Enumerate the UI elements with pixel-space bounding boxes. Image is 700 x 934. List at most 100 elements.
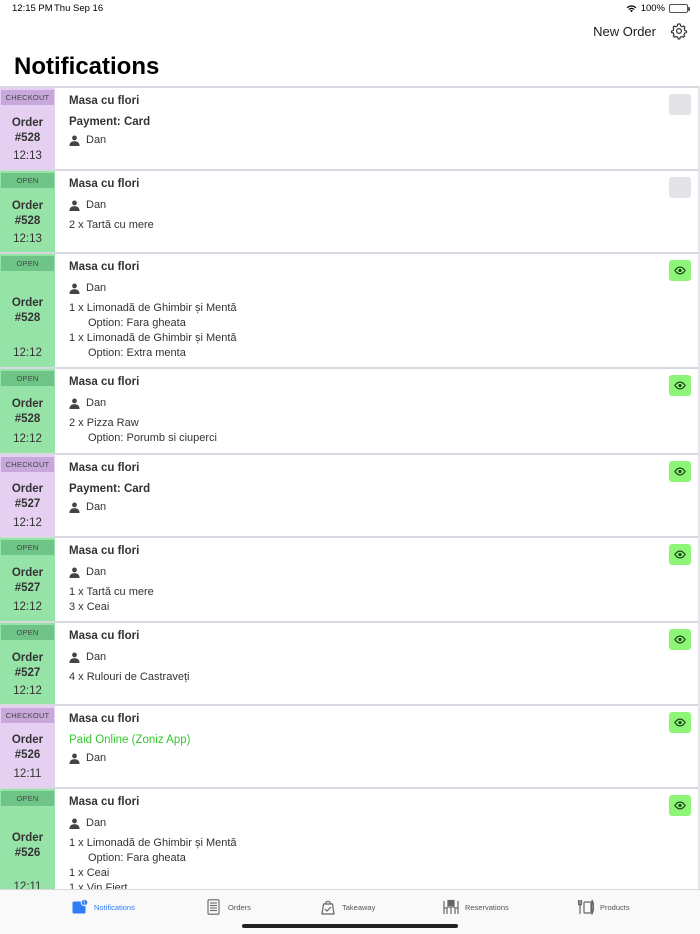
order-side-panel: CHECKOUT Order #526 12:11 [0,706,55,787]
status-tag: CHECKOUT [1,90,54,105]
order-time: 12:12 [13,601,42,613]
card-content: Masa cu flori Dan 2 x Pizza Raw Option: … [55,369,698,453]
order-time: 12:13 [13,150,42,162]
tab-orders[interactable]: Orders [206,899,251,915]
notification-card[interactable]: CHECKOUT Order #526 12:11 Masa cu flori P… [0,704,698,787]
eye-icon [674,381,686,390]
view-order-button[interactable] [669,712,691,733]
svg-text:1: 1 [83,900,86,906]
home-indicator [242,924,458,928]
status-tag: OPEN [1,371,54,386]
order-side-panel: CHECKOUT Order #527 12:12 [0,455,55,536]
notification-card[interactable]: OPEN Order #528 12:12 Masa cu flori Dan 2… [0,367,698,453]
notification-card[interactable]: CHECKOUT Order #527 12:12 Masa cu flori P… [0,453,698,536]
order-number: Order #527 [11,652,44,679]
view-order-button[interactable] [669,375,691,396]
order-item: 1 x Tartă cu mere [69,586,154,598]
user-name: Dan [86,752,107,764]
order-side-panel: CHECKOUT Order #528 12:13 [0,88,55,169]
view-order-button[interactable] [669,544,691,565]
tab-reservations[interactable]: Reservations [443,899,509,915]
order-item: 1 x Ceai [69,867,110,879]
order-time: 12:11 [13,881,42,889]
eye-icon [674,801,686,810]
mark-seen-button[interactable] [669,177,691,198]
payment-status: Paid Online (Zoniz App) [69,734,191,746]
person-icon [69,652,80,663]
status-tag: OPEN [1,625,54,640]
eye-icon [674,718,686,727]
order-item: 1 x Vin Fiert [69,882,128,889]
person-icon [69,567,80,578]
settings-gear-icon[interactable] [670,22,688,40]
table-name: Masa cu flori [69,796,140,808]
order-time: 12:12 [13,347,42,359]
battery-icon [669,4,690,13]
status-tag: OPEN [1,791,54,806]
reservations-table-icon [443,899,459,914]
order-item: 3 x Ceai [69,601,110,613]
notification-card[interactable]: OPEN Order #528 12:12 Masa cu flori Dan 1… [0,252,698,367]
table-name: Masa cu flori [69,713,140,725]
tab-notifications[interactable]: 1 Notifications [72,899,135,915]
order-time: 12:12 [13,517,42,529]
status-right: 100% [626,3,690,14]
user-name: Dan [86,282,107,294]
card-content: Masa cu flori Paid Online (Zoniz App) Da… [55,706,698,787]
person-icon [69,200,80,211]
order-item: 1 x Limonadă de Ghimbir și Mentă [69,837,237,849]
person-icon [69,398,80,409]
eye-icon [674,635,686,644]
order-item: 2 x Pizza Raw [69,417,139,429]
payment-status: Payment: Card [69,116,151,128]
tab-takeaway[interactable]: Takeaway [320,899,375,915]
eye-icon [674,266,686,275]
person-icon [69,818,80,829]
notification-card[interactable]: OPEN Order #527 12:12 Masa cu flori Dan 1… [0,536,698,621]
notification-card[interactable]: OPEN Order #526 12:11 Masa cu flori Dan 1… [0,787,698,889]
new-order-button[interactable]: New Order [593,24,656,39]
user-name: Dan [86,199,107,211]
user-row: Dan [69,752,698,764]
card-content: Masa cu flori Payment: Card Dan [55,88,698,169]
order-number: Order #528 [11,297,44,324]
card-content: Masa cu flori Dan 4 x Rulouri de Castrav… [55,623,698,704]
order-side-panel: OPEN Order #527 12:12 [0,623,55,704]
person-icon [69,283,80,294]
person-icon [69,753,80,764]
order-time: 12:13 [13,233,42,245]
order-number: Order #526 [11,832,44,859]
notification-card[interactable]: OPEN Order #528 12:13 Masa cu flori Dan 2… [0,169,698,252]
page-title: Notifications [14,53,160,80]
payment-status: Payment: Card [69,483,151,495]
status-tag: OPEN [1,256,54,271]
view-order-button[interactable] [669,260,691,281]
notification-card[interactable]: CHECKOUT Order #528 12:13 Masa cu flori P… [0,86,698,169]
battery-percent: 100% [640,3,665,14]
view-order-button[interactable] [669,629,691,650]
mark-seen-button[interactable] [669,94,691,115]
status-time: 12:15 PM [12,3,53,14]
user-row: Dan [69,566,698,578]
tab-products[interactable]: Products [578,899,630,915]
view-order-button[interactable] [669,461,691,482]
table-name: Masa cu flori [69,545,140,557]
user-row: Dan [69,199,698,211]
order-item: 1 x Limonadă de Ghimbir și Mentă [69,302,237,314]
user-row: Dan [69,651,698,663]
user-name: Dan [86,566,107,578]
user-row: Dan [69,817,698,829]
view-order-button[interactable] [669,795,691,816]
order-side-panel: OPEN Order #528 12:12 [0,369,55,453]
person-icon [69,502,80,513]
user-row: Dan [69,134,698,146]
order-number: Order #526 [11,734,44,761]
card-content: Masa cu flori Payment: Card Dan [55,455,698,536]
card-content: Masa cu flori Dan 1 x Limonadă de Ghimbi… [55,254,698,367]
order-time: 12:12 [13,433,42,445]
table-name: Masa cu flori [69,462,140,474]
notifications-list[interactable]: CHECKOUT Order #528 12:13 Masa cu flori P… [0,86,700,889]
order-item: 1 x Limonadă de Ghimbir și Mentă [69,332,237,344]
status-tag: CHECKOUT [1,708,54,723]
notification-card[interactable]: OPEN Order #527 12:12 Masa cu flori Dan 4… [0,621,698,704]
